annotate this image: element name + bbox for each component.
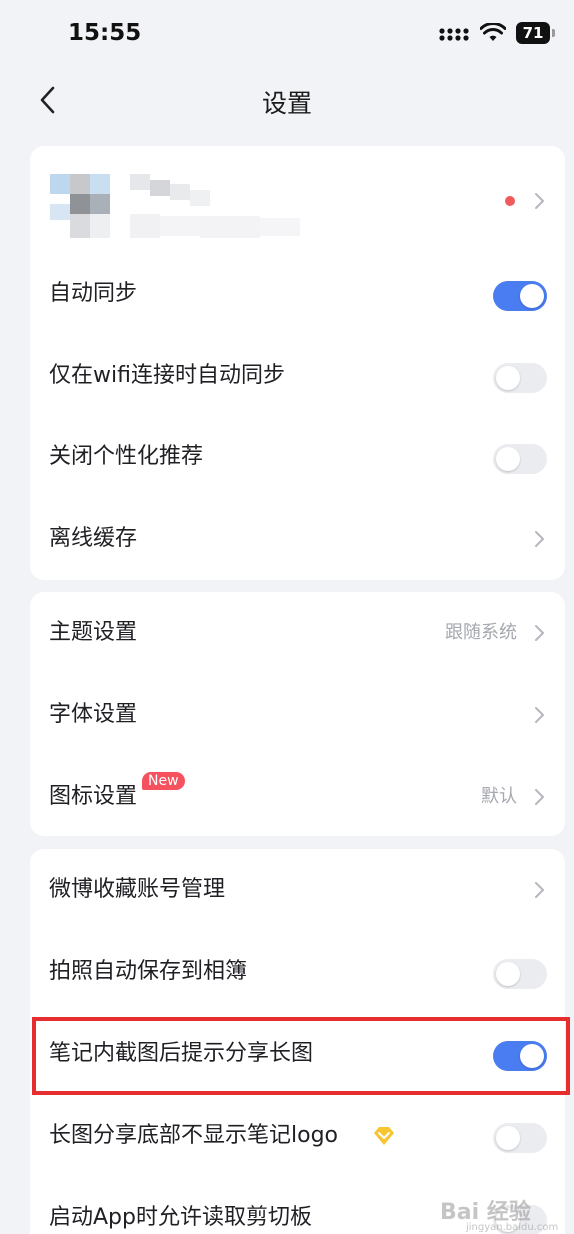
settings-card-account-sync: 自动同步 仅在wifi连接时自动同步 关闭个性化推荐 离线缓存 [30,146,565,580]
toggle-knob [496,962,520,986]
setting-wifi-only-sync[interactable]: 仅在wifi连接时自动同步 [30,335,565,417]
setting-theme[interactable]: 主题设置 跟随系统 [30,592,565,674]
setting-icon[interactable]: 图标设置 New 默认 [30,756,565,836]
chevron-right-icon [535,789,544,805]
toggle-knob [496,447,520,471]
status-icons: 71 [438,22,555,44]
status-bar: 15:55 71 [0,0,574,70]
save-photo-toggle[interactable] [493,959,547,989]
setting-save-photo-to-album[interactable]: 拍照自动保存到相簿 [30,931,565,1013]
setting-value: 默认 [481,786,517,807]
setting-value: 跟随系统 [445,622,517,643]
setting-offline-cache[interactable]: 离线缓存 [30,498,565,580]
nav-bar: 设置 [0,70,574,132]
chevron-right-icon [535,882,544,898]
setting-hide-logo[interactable]: 长图分享底部不显示笔记logo [30,1095,565,1177]
auto-sync-toggle[interactable] [493,281,547,311]
watermark-url: jingyan.baidu.com [466,1222,559,1233]
new-badge: New [142,772,185,790]
signal-icon [439,28,469,41]
setting-label: 拍照自动保存到相簿 [49,959,248,984]
page-title: 设置 [261,89,312,118]
chevron-right-icon [535,707,544,723]
profile-blurred-avatar [50,174,300,238]
toggle-knob [496,366,520,390]
notification-dot [505,196,515,206]
battery-icon: 71 [516,22,555,44]
chevron-right-icon [535,625,544,641]
setting-label: 启动App时允许读取剪切板 [49,1205,312,1230]
setting-font[interactable]: 字体设置 [30,674,565,756]
setting-label: 自动同步 [49,281,138,306]
toggle-knob [520,284,544,308]
setting-label: 图标设置 [49,784,138,809]
setting-label: 字体设置 [49,702,138,727]
toggle-knob [496,1126,520,1150]
setting-label: 离线缓存 [49,526,138,551]
setting-auto-sync[interactable]: 自动同步 [30,253,565,335]
settings-card-appearance: 主题设置 跟随系统 字体设置 图标设置 New 默认 [30,592,565,836]
personalized-recommend-toggle[interactable] [493,444,547,474]
highlight-annotation-box [32,1017,570,1095]
chevron-right-icon [535,531,544,547]
setting-label: 主题设置 [49,620,138,645]
vip-diamond-icon [374,1127,394,1145]
setting-label: 长图分享底部不显示笔记logo [49,1123,338,1148]
setting-label: 关闭个性化推荐 [49,444,204,469]
setting-disable-personalized-recommend[interactable]: 关闭个性化推荐 [30,416,565,498]
hide-logo-toggle[interactable] [493,1123,547,1153]
wifi-icon [480,23,506,41]
profile-row[interactable] [30,146,565,256]
setting-weibo-accounts[interactable]: 微博收藏账号管理 [30,849,565,931]
setting-label: 微博收藏账号管理 [49,877,226,902]
setting-label: 仅在wifi连接时自动同步 [49,363,285,388]
status-time: 15:55 [68,20,142,46]
wifi-only-sync-toggle[interactable] [493,363,547,393]
chevron-right-icon [535,193,544,209]
